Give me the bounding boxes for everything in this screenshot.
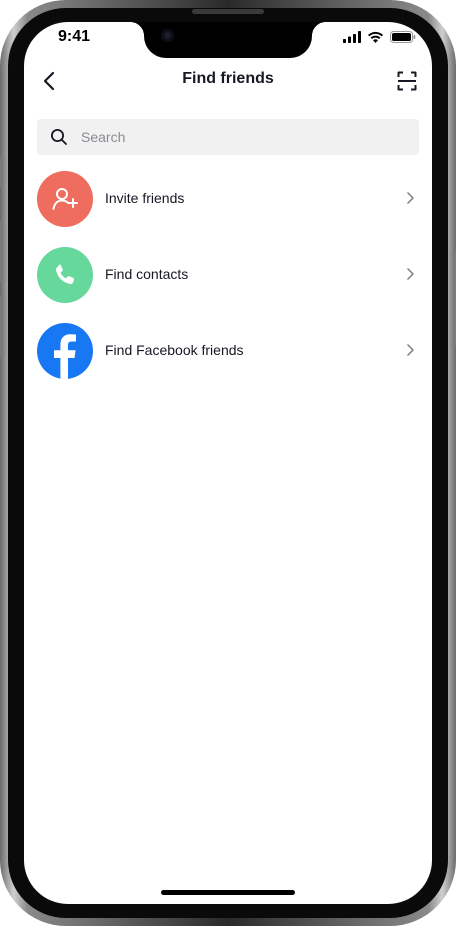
search-bar[interactable] [37, 119, 419, 155]
invite-friends-avatar [37, 171, 93, 227]
find-friends-list: Invite friends Find contacts Find Facebo… [24, 170, 432, 398]
find-contacts-row[interactable]: Find contacts [24, 246, 432, 322]
find-contacts-label: Find contacts [105, 266, 189, 282]
wifi-icon [368, 31, 383, 43]
find-facebook-friends-label: Find Facebook friends [105, 342, 244, 358]
chevron-right-icon [402, 190, 418, 206]
facebook-icon [54, 334, 76, 379]
search-icon [37, 119, 81, 155]
chevron-right-icon [402, 342, 418, 358]
invite-friends-label: Invite friends [105, 190, 185, 206]
chevron-right-icon [402, 266, 418, 282]
phone-frame: 9:41 Find friends Search Invite friends … [0, 0, 456, 926]
search-input[interactable] [81, 119, 419, 155]
navigation-bar: Find friends [24, 64, 432, 98]
page-title: Find friends [182, 70, 274, 87]
status-time: 9:41 [58, 28, 91, 45]
volume-up-button [0, 220, 3, 282]
invite-friends-row[interactable]: Invite friends [24, 170, 432, 246]
find-facebook-friends-row[interactable]: Find Facebook friends [24, 322, 432, 398]
notch [130, 22, 326, 58]
battery-icon [390, 31, 416, 43]
signal-icon [343, 31, 361, 43]
volume-down-button [0, 296, 3, 358]
scan-icon [397, 71, 417, 91]
front-camera [161, 29, 174, 42]
mute-switch [0, 158, 3, 188]
phone-icon [55, 264, 75, 285]
status-icons [343, 30, 416, 44]
home-indicator[interactable] [161, 890, 295, 895]
facebook-avatar [37, 323, 93, 379]
add-person-icon [52, 188, 78, 210]
earpiece-speaker [192, 9, 264, 14]
find-contacts-avatar [37, 247, 93, 303]
scan-qr-button[interactable] [392, 66, 422, 96]
app-screen: 9:41 Find friends Search Invite friends … [24, 22, 432, 904]
